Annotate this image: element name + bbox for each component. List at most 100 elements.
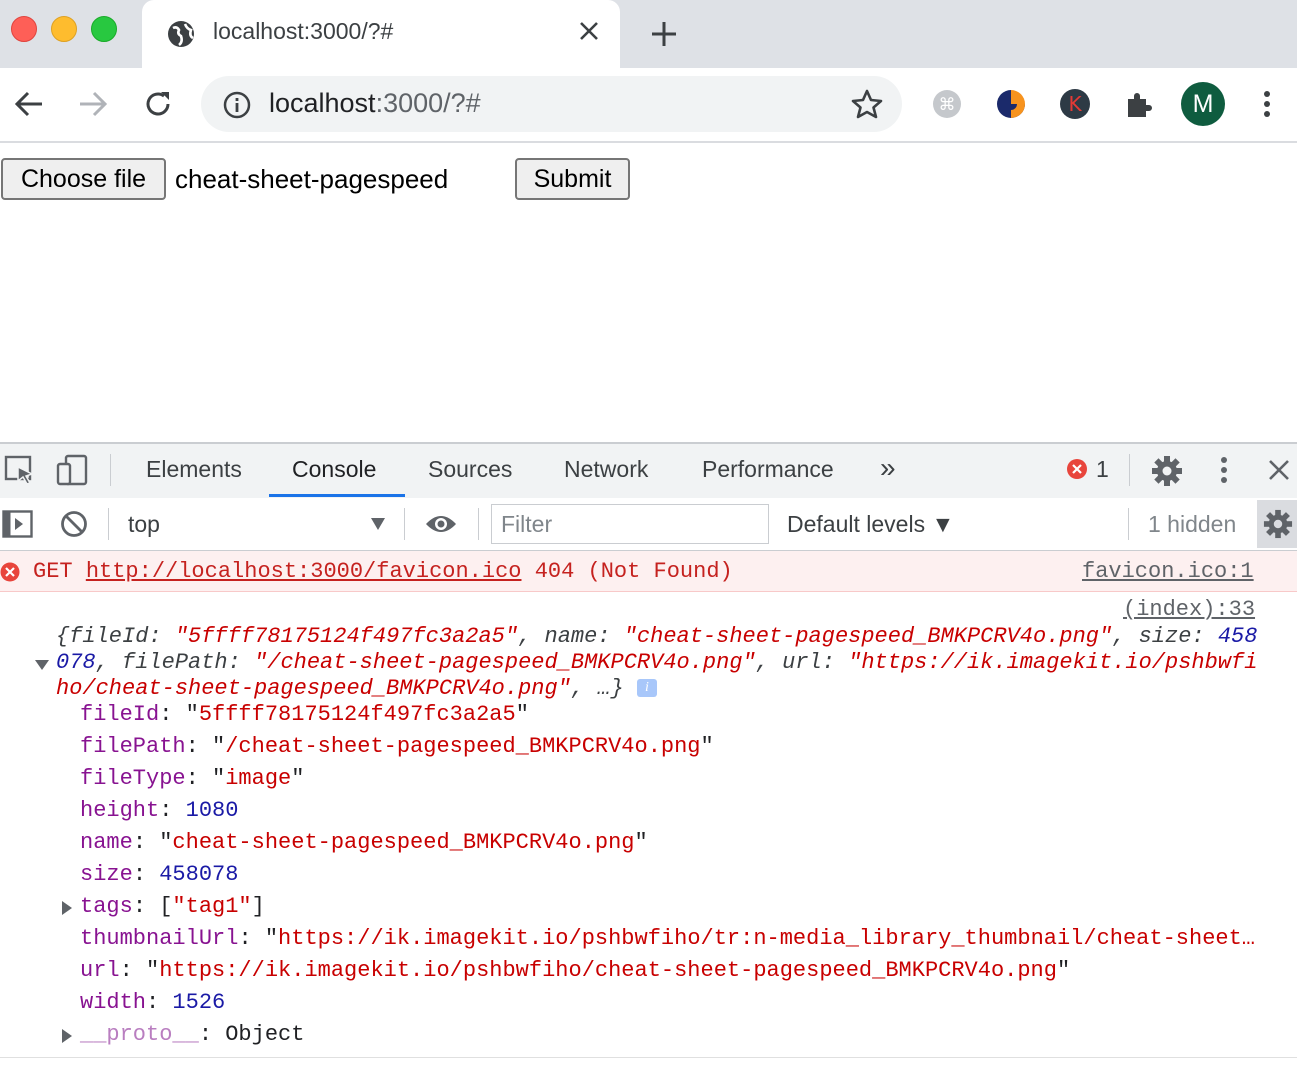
property-row: thumbnailUrl: "https://ik.imagekit.io/ps… bbox=[80, 926, 1255, 951]
property-value: "5ffff78175124f497fc3a2a5" bbox=[185, 702, 529, 727]
property-row: size: 458078 bbox=[80, 862, 238, 887]
more-tabs-button[interactable]: » bbox=[880, 452, 896, 484]
toolbar-divider bbox=[404, 508, 405, 540]
tab-title: localhost:3000/?# bbox=[213, 18, 394, 44]
star-icon[interactable] bbox=[851, 89, 883, 124]
property-value: "/cheat-sheet-pagespeed_BMKPCRV4o.png" bbox=[212, 734, 714, 759]
property-value: "cheat-sheet-pagespeed_BMKPCRV4o.png" bbox=[159, 830, 648, 855]
more-vert-icon[interactable] bbox=[1215, 455, 1233, 490]
property-key: fileId bbox=[80, 702, 160, 727]
tab-sources[interactable]: Sources bbox=[428, 456, 512, 483]
tab-elements[interactable]: Elements bbox=[146, 456, 242, 483]
file-name-label: cheat-sheet-pagespeed bbox=[175, 164, 449, 194]
close-devtools-icon[interactable] bbox=[1268, 459, 1290, 486]
property-value: "https://ik.imagekit.io/pshbwfiho/tr:n-m… bbox=[264, 926, 1256, 951]
property-row: height: 1080 bbox=[80, 798, 238, 823]
sidebar-toggle-icon[interactable] bbox=[2, 510, 34, 543]
toolbar-divider bbox=[478, 508, 479, 540]
property-value: 1080 bbox=[185, 798, 239, 823]
context-selector[interactable]: top bbox=[128, 511, 160, 538]
url-path: :3000/?# bbox=[375, 88, 481, 118]
property-value: ["tag1"] bbox=[159, 894, 265, 919]
gear-icon bbox=[1263, 509, 1293, 544]
toolbar-divider bbox=[1129, 454, 1130, 486]
plus-icon[interactable] bbox=[650, 20, 678, 53]
error-url-link[interactable]: http://localhost:3000/favicon.ico bbox=[86, 559, 522, 584]
property-value: 1526 bbox=[172, 990, 226, 1015]
property-separator: : bbox=[132, 862, 160, 887]
close-icon[interactable] bbox=[578, 20, 600, 47]
property-row: fileId: "5ffff78175124f497fc3a2a5" bbox=[80, 702, 529, 727]
property-row: filePath: "/cheat-sheet-pagespeed_BMKPCR… bbox=[80, 734, 714, 759]
log-levels-dropdown[interactable]: Default levels ▼ bbox=[787, 511, 954, 538]
property-key: size bbox=[80, 862, 133, 887]
console-divider bbox=[0, 1057, 1297, 1058]
property-row: name: "cheat-sheet-pagespeed_BMKPCRV4o.p… bbox=[80, 830, 648, 855]
avatar[interactable]: M bbox=[1181, 82, 1225, 126]
toolbar-divider bbox=[108, 508, 109, 540]
more-vert-icon[interactable] bbox=[1258, 89, 1276, 124]
back-arrow-icon[interactable] bbox=[14, 90, 44, 123]
property-separator: : bbox=[132, 830, 160, 855]
expand-triangle-icon[interactable] bbox=[62, 1029, 72, 1043]
command-extension-icon[interactable]: ⌘ bbox=[932, 89, 962, 124]
property-separator: : bbox=[185, 766, 213, 791]
info-icon[interactable]: i bbox=[636, 679, 657, 698]
error-count-icon[interactable] bbox=[1066, 458, 1088, 485]
error-message: GET http://localhost:3000/favicon.ico 40… bbox=[33, 559, 733, 584]
window-close-button[interactable] bbox=[11, 16, 37, 42]
clear-console-icon[interactable] bbox=[60, 510, 88, 543]
property-key: url bbox=[80, 958, 120, 983]
puzzle-extensions-icon[interactable] bbox=[1124, 89, 1154, 124]
property-row[interactable]: __proto__: Object bbox=[62, 1022, 304, 1047]
property-key: thumbnailUrl bbox=[80, 926, 239, 951]
property-key: filePath bbox=[80, 734, 186, 759]
property-row[interactable]: tags: ["tag1"] bbox=[62, 894, 265, 919]
property-separator: : bbox=[146, 990, 173, 1015]
globe-icon bbox=[167, 20, 195, 53]
inspect-element-icon[interactable] bbox=[4, 455, 36, 490]
reload-icon[interactable] bbox=[143, 89, 173, 124]
filter-field[interactable] bbox=[491, 504, 769, 544]
chevron-down-icon[interactable] bbox=[370, 517, 386, 536]
property-value: 458078 bbox=[159, 862, 239, 887]
svg-text:K: K bbox=[1068, 92, 1082, 116]
url-host: localhost bbox=[269, 88, 376, 118]
toolbar-divider bbox=[110, 454, 111, 486]
tab-network[interactable]: Network bbox=[564, 456, 648, 483]
error-source-link[interactable]: favicon.ico:1 bbox=[1082, 559, 1254, 584]
property-separator: : bbox=[132, 894, 160, 919]
tab-performance[interactable]: Performance bbox=[702, 456, 834, 483]
s-extension-icon[interactable] bbox=[995, 88, 1027, 125]
submit-button[interactable]: Submit bbox=[515, 158, 630, 200]
property-row: width: 1526 bbox=[80, 990, 225, 1015]
toolbar-divider bbox=[1128, 508, 1129, 540]
tab-console[interactable]: Console bbox=[292, 456, 376, 483]
k-extension-icon[interactable]: K bbox=[1059, 88, 1091, 125]
property-key: width bbox=[80, 990, 147, 1015]
property-separator: : bbox=[238, 926, 265, 951]
object-summary[interactable]: {fileId: "5ffff78175124f497fc3a2a5", nam… bbox=[56, 624, 1266, 702]
choose-file-button[interactable]: Choose file bbox=[1, 158, 166, 200]
property-separator: : bbox=[119, 958, 147, 983]
property-key: height bbox=[80, 798, 160, 823]
expand-triangle-icon[interactable] bbox=[35, 660, 49, 670]
console-settings-button[interactable] bbox=[1257, 500, 1297, 548]
log-source-link[interactable]: (index):33 bbox=[1123, 597, 1255, 622]
property-separator: : bbox=[159, 702, 186, 727]
property-separator: : bbox=[198, 1022, 226, 1047]
hidden-count: 1 hidden bbox=[1148, 511, 1237, 537]
property-key: tags bbox=[80, 894, 133, 919]
window-minimize-button[interactable] bbox=[51, 16, 77, 42]
gear-icon[interactable] bbox=[1151, 455, 1183, 492]
eye-icon[interactable] bbox=[424, 511, 458, 542]
forward-arrow-icon[interactable] bbox=[78, 90, 108, 123]
filter-input[interactable] bbox=[492, 505, 768, 543]
device-toolbar-icon[interactable] bbox=[56, 454, 88, 491]
window-maximize-button[interactable] bbox=[91, 16, 117, 42]
error-count[interactable]: 1 bbox=[1096, 456, 1109, 483]
info-icon[interactable] bbox=[223, 91, 251, 124]
expand-triangle-icon[interactable] bbox=[62, 901, 72, 915]
property-row: fileType: "image" bbox=[80, 766, 304, 791]
property-key: fileType bbox=[80, 766, 186, 791]
